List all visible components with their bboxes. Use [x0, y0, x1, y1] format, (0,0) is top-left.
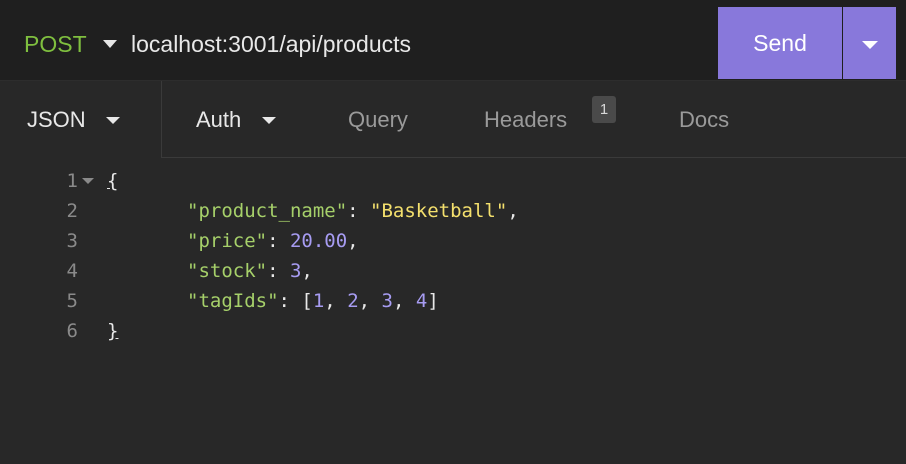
- fold-chevron-icon[interactable]: [82, 178, 94, 184]
- code-content: "product_name": "Basketball",: [187, 200, 519, 222]
- code-line: 6 }: [0, 316, 906, 346]
- json-key: "tagIds": [187, 290, 279, 312]
- open-brace: {: [107, 170, 119, 192]
- chevron-down-icon: [262, 117, 276, 124]
- tab-body-json[interactable]: JSON: [0, 81, 162, 158]
- line-number: 5: [66, 290, 78, 312]
- chevron-down-icon: [106, 117, 120, 124]
- url-input[interactable]: [131, 27, 701, 61]
- http-method-selector[interactable]: POST: [24, 29, 87, 59]
- tab-query-label: Query: [348, 107, 408, 132]
- tab-auth-label: Auth: [196, 107, 242, 132]
- code-line: 5 "tagIds": [1, 2, 3, 4]: [0, 286, 906, 316]
- close-brace: }: [107, 320, 119, 342]
- code-content: {: [107, 166, 118, 196]
- json-comma: ,: [347, 230, 359, 252]
- line-number: 1: [66, 170, 78, 192]
- code-content: "price": 20.00,: [187, 230, 359, 252]
- line-number: 3: [66, 230, 78, 252]
- json-comma: ,: [507, 200, 519, 222]
- request-tabs: JSON Auth Query Headers 1 Docs: [0, 81, 906, 158]
- json-comma: ,: [301, 260, 313, 282]
- code-line: 1 {: [0, 166, 906, 196]
- json-key: "product_name": [187, 200, 348, 222]
- url-bar: POST Send: [0, 0, 906, 81]
- tab-headers-label: Headers: [484, 107, 568, 132]
- code-content: }: [107, 316, 118, 346]
- json-array-item: 2: [347, 290, 359, 312]
- json-key: "stock": [187, 260, 268, 282]
- tab-query[interactable]: Query: [330, 81, 440, 157]
- json-body-editor[interactable]: 1 { 2 "product_name": "Basketball", 3 "p…: [0, 158, 906, 464]
- code-line: 2 "product_name": "Basketball",: [0, 196, 906, 226]
- json-string-value: "Basketball": [370, 200, 508, 222]
- code-line: 3 "price": 20.00,: [0, 226, 906, 256]
- chevron-down-icon: [862, 41, 878, 49]
- tab-docs[interactable]: Docs: [660, 81, 760, 157]
- code-line: 4 "stock": 3,: [0, 256, 906, 286]
- json-array-item: 4: [415, 290, 428, 312]
- line-number: 4: [66, 260, 78, 282]
- line-number: 2: [66, 200, 78, 222]
- tab-auth[interactable]: Auth: [180, 81, 300, 157]
- code-content: "tagIds": [1, 2, 3, 4]: [187, 290, 439, 312]
- headers-count-badge: 1: [592, 96, 616, 123]
- json-key: "price": [187, 230, 268, 252]
- json-number-value: 3: [289, 260, 302, 282]
- json-array-item: 1: [312, 290, 325, 312]
- json-number-value: 20.00: [289, 230, 348, 252]
- line-number: 6: [66, 320, 78, 342]
- chevron-down-icon[interactable]: [103, 40, 117, 48]
- code-content: "stock": 3,: [187, 260, 313, 282]
- send-button[interactable]: Send: [718, 7, 842, 79]
- send-options-button[interactable]: [843, 7, 896, 79]
- tab-body-label: JSON: [27, 107, 86, 132]
- json-array-item: 3: [381, 290, 393, 312]
- tab-docs-label: Docs: [679, 107, 730, 132]
